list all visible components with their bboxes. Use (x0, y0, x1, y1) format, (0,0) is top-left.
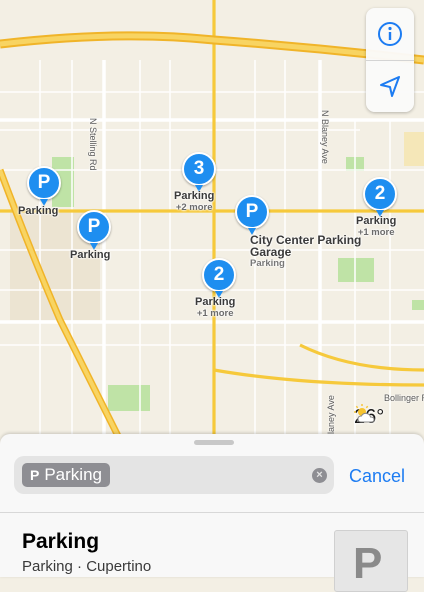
pin-sublabel: +2 more (175, 202, 213, 213)
parking-pin[interactable]: P (235, 195, 269, 235)
parking-token-icon: P (30, 467, 40, 483)
search-field[interactable]: P Parking × (14, 456, 334, 494)
parking-cluster-pin[interactable]: 3 (182, 152, 216, 192)
search-token[interactable]: P Parking (22, 463, 110, 487)
street-label: N Stelling Rd (88, 118, 98, 171)
pin-label: Parking (70, 249, 111, 261)
pin-label: Parking +1 more (356, 215, 396, 239)
parking-pin[interactable]: P (77, 210, 111, 250)
cancel-button[interactable]: Cancel (349, 466, 405, 487)
street-label: Bollinger R (384, 393, 424, 403)
location-arrow-icon (380, 76, 400, 97)
pin-sublabel: +1 more (357, 227, 395, 238)
pin-title: Parking (195, 296, 236, 308)
map-view[interactable]: N Stelling Rd N Blaney Ave Blaney Ave Bo… (0, 0, 424, 440)
map-controls (366, 8, 414, 112)
pin-title: Parking (174, 190, 215, 202)
street-label: N Blaney Ave (320, 110, 330, 164)
park (412, 300, 424, 310)
map-info-button[interactable] (366, 8, 414, 60)
search-token-label: Parking (44, 465, 102, 484)
current-location-button[interactable] (366, 60, 414, 112)
pin-label: Parking (18, 205, 59, 217)
pin-label: City Center Parking Garage Parking (250, 234, 370, 270)
divider (0, 512, 424, 513)
parking-sign-icon: P (353, 539, 383, 588)
sheet-grabber[interactable] (194, 440, 234, 445)
bottom-sheet[interactable]: P Parking × Cancel Parking Parking · Cup… (0, 434, 424, 592)
result-thumbnail[interactable]: P (334, 530, 408, 592)
partly-sunny-icon (354, 404, 375, 423)
result-title[interactable]: Parking (22, 530, 99, 554)
pin-label: Parking +2 more (174, 190, 214, 214)
pin-label: Parking +1 more (195, 296, 235, 320)
parking-cluster-pin[interactable]: 2 (202, 258, 236, 298)
parking-cluster-pin[interactable]: 2 (363, 177, 397, 217)
parking-pin[interactable]: P (27, 166, 61, 206)
result-subtitle: Parking · Cupertino (22, 558, 152, 575)
clear-icon[interactable]: × (312, 468, 327, 483)
pin-sublabel: Parking (250, 258, 285, 269)
weather-badge: 26° (354, 404, 384, 430)
pin-title: City Center Parking Garage (250, 233, 362, 259)
pin-title: Parking (356, 215, 397, 227)
info-icon (378, 22, 402, 46)
campus-area (404, 132, 424, 166)
park (108, 385, 150, 411)
pin-sublabel: +1 more (196, 308, 234, 319)
